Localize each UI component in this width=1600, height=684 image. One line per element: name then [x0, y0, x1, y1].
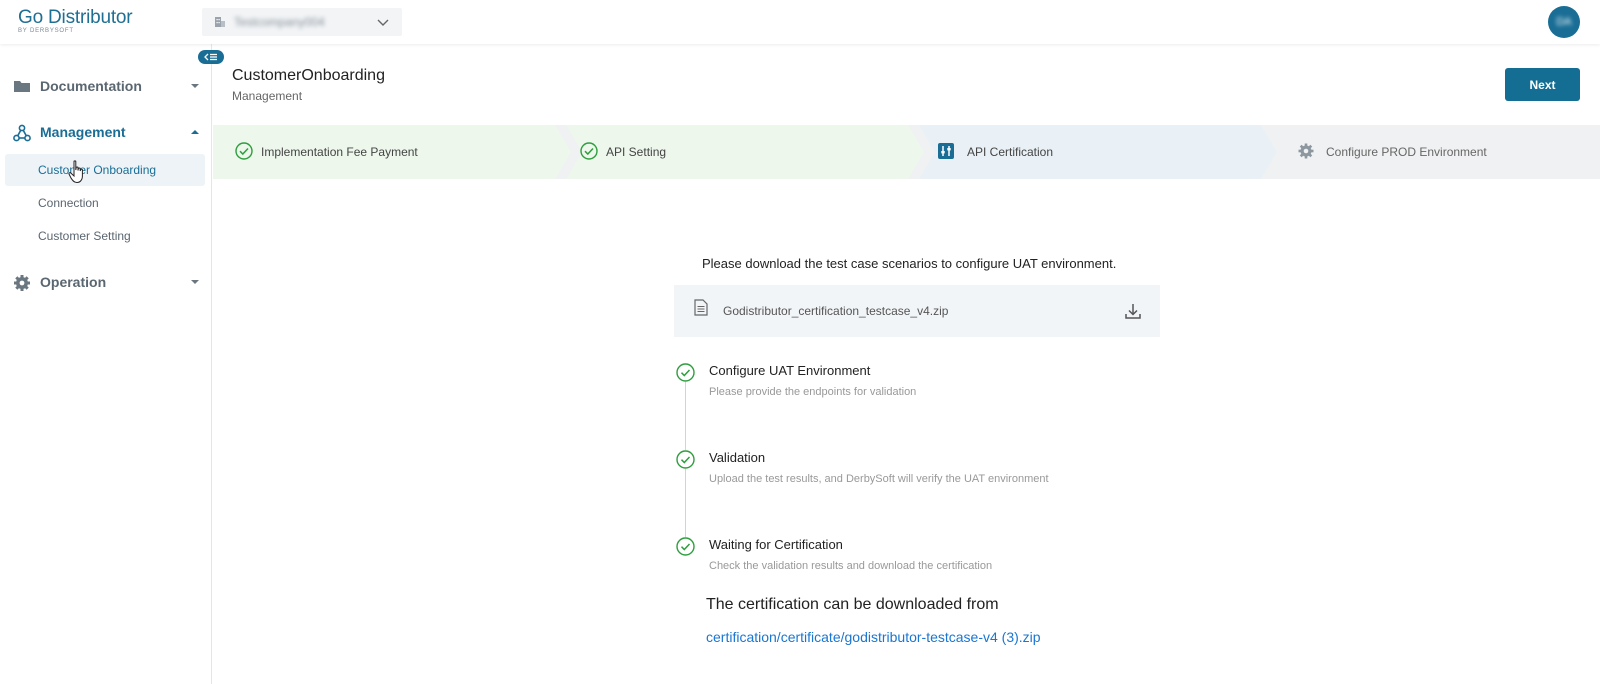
timeline-step-description: Check the validation results and downloa…: [709, 560, 993, 572]
company-name: Testcompany004: [234, 15, 325, 29]
gear-icon: [1298, 143, 1314, 159]
download-icon[interactable]: [1124, 302, 1142, 320]
timeline-step-title: Configure UAT Environment: [709, 363, 871, 378]
sidebar-item-connection[interactable]: Connection: [5, 187, 205, 219]
step-api-certification[interactable]: API Certification: [919, 125, 1279, 179]
sidebar-item-label: Customer Onboarding: [38, 163, 157, 177]
page-title: CustomerOnboarding: [232, 67, 385, 84]
logo-title: Go Distributor: [18, 7, 133, 28]
file-name: Godistributor_certification_testcase_v4.…: [723, 304, 949, 318]
api-settings-icon: [938, 143, 954, 159]
timeline-connector: [685, 469, 686, 537]
sidebar-item-customer-setting[interactable]: Customer Setting: [5, 220, 205, 252]
step-label: Implementation Fee Payment: [261, 145, 418, 159]
sidebar-item-customer-onboarding[interactable]: Customer Onboarding: [5, 154, 205, 186]
building-icon: [215, 17, 225, 27]
check-circle-icon: [235, 142, 253, 160]
timeline-connector: [685, 382, 686, 450]
caret-down-icon: [191, 84, 199, 88]
check-circle-icon: [676, 363, 695, 382]
check-circle-icon: [676, 537, 695, 556]
network-icon: [13, 124, 31, 142]
download-instructions: Please download the test case scenarios …: [702, 256, 1117, 271]
sidebar-group-label: Operation: [40, 274, 107, 290]
file-download-row[interactable]: Godistributor_certification_testcase_v4.…: [674, 285, 1160, 337]
app-logo[interactable]: Go Distributor BY DERBYSOFT: [18, 7, 133, 34]
sidebar-item-label: Connection: [38, 196, 99, 210]
check-circle-icon: [580, 142, 598, 160]
gear-icon: [14, 275, 30, 291]
logo-subtitle: BY DERBYSOFT: [18, 28, 74, 34]
step-label: API Setting: [606, 145, 667, 159]
certification-heading: The certification can be downloaded from: [706, 596, 999, 613]
step-label: API Certification: [967, 145, 1054, 159]
hand-cursor-icon: [68, 160, 83, 184]
timeline-step-description: Upload the test results, and DerbySoft w…: [709, 473, 1049, 485]
avatar-initials: DA: [1556, 16, 1572, 28]
sidebar-group-label: Management: [40, 124, 126, 140]
document-icon: [694, 299, 708, 316]
folder-icon: [14, 81, 30, 92]
timeline-step-title: Validation: [709, 450, 766, 465]
step-implementation-fee-payment[interactable]: Implementation Fee Payment: [213, 125, 573, 179]
check-circle-icon: [676, 450, 695, 469]
sidebar-group-label: Documentation: [40, 78, 142, 94]
caret-down-icon: [191, 280, 199, 284]
chevron-down-icon: [377, 19, 389, 26]
onboarding-stepper: Implementation Fee Payment API Setting A…: [213, 125, 1600, 179]
sidebar-group-documentation[interactable]: Documentation: [0, 68, 212, 104]
user-avatar[interactable]: DA: [1548, 6, 1580, 38]
caret-up-icon: [191, 130, 199, 134]
sidebar-group-management[interactable]: Management: [0, 114, 212, 150]
timeline-step-description: Please provide the endpoints for validat…: [709, 386, 917, 398]
sidebar-group-operation[interactable]: Operation: [0, 264, 212, 300]
company-selector[interactable]: Testcompany004: [202, 8, 402, 36]
step-api-setting[interactable]: API Setting: [566, 125, 926, 179]
top-bar: Go Distributor BY DERBYSOFT Testcompany0…: [0, 0, 1600, 44]
timeline-step-title: Waiting for Certification: [709, 537, 843, 552]
sidebar-collapse-button[interactable]: [198, 50, 224, 64]
step-configure-prod-environment[interactable]: Configure PROD Environment: [1272, 125, 1600, 179]
page-breadcrumb: Management: [232, 89, 303, 103]
sidebar: Documentation Management Customer Onboar…: [0, 44, 212, 684]
next-button[interactable]: Next: [1505, 68, 1580, 101]
collapse-menu-icon: [204, 53, 217, 61]
certification-download-link[interactable]: certification/certificate/godistributor-…: [706, 629, 1041, 645]
sidebar-item-label: Customer Setting: [38, 229, 131, 243]
step-label: Configure PROD Environment: [1326, 145, 1487, 159]
